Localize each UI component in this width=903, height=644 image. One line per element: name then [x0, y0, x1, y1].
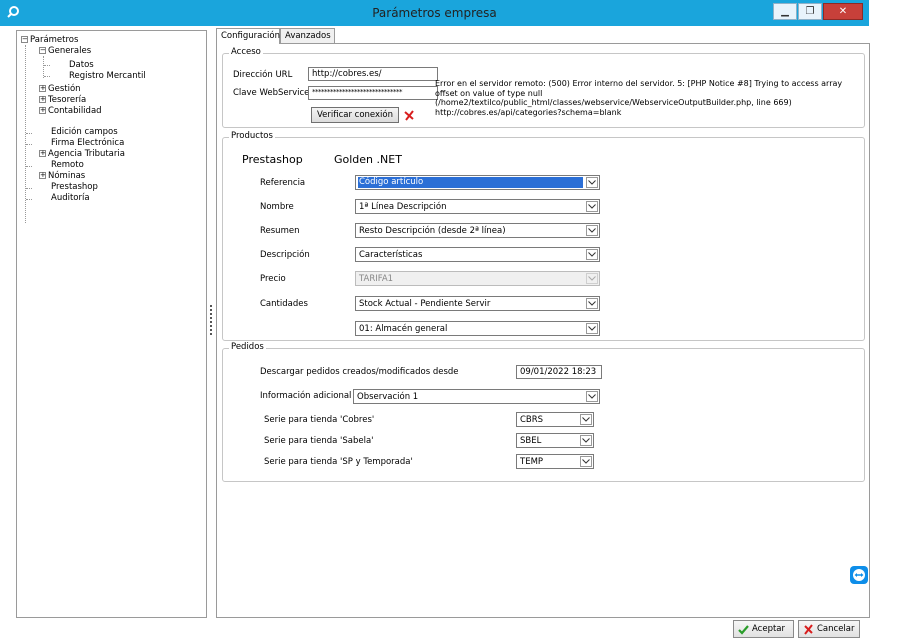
prestashop-column-header: Prestashop: [242, 153, 303, 166]
tree-root[interactable]: − Parámetros: [21, 35, 78, 45]
chevron-down-icon[interactable]: [586, 298, 598, 309]
tree-item-tesoreria[interactable]: + Tesorería: [39, 95, 86, 105]
tree-item-datos[interactable]: Datos: [69, 60, 94, 70]
almacen-select[interactable]: 01: Almacén general: [355, 321, 600, 336]
serie-sp-temporada-label: Serie para tienda 'SP y Temporada': [264, 457, 413, 467]
cancel-cross-icon: [804, 623, 813, 635]
splitter-handle[interactable]: [210, 305, 212, 335]
tab-panel: Acceso Dirección URL http://cobres.es/ C…: [216, 43, 870, 618]
tree-item-firma-electronica[interactable]: Firma Electrónica: [51, 138, 124, 148]
download-orders-date-input[interactable]: 09/01/2022 18:23: [516, 365, 602, 379]
resumen-label: Resumen: [260, 226, 300, 236]
golden-net-column-header: Golden .NET: [334, 153, 402, 166]
collapse-icon[interactable]: −: [21, 36, 28, 43]
chevron-down-icon[interactable]: [586, 391, 598, 402]
window-title: Parámetros empresa: [372, 6, 497, 20]
expand-icon[interactable]: +: [39, 107, 46, 114]
tab-configuracion[interactable]: Configuración: [216, 28, 280, 44]
productos-group: Productos Prestashop Golden .NET Referen…: [222, 131, 865, 341]
expand-icon[interactable]: +: [39, 85, 46, 92]
download-orders-label: Descargar pedidos creados/modificados de…: [260, 367, 459, 377]
collapse-icon[interactable]: −: [39, 47, 46, 54]
serie-cobres-label: Serie para tienda 'Cobres': [264, 415, 375, 425]
serie-cobres-select[interactable]: CBRS: [516, 412, 594, 427]
minimize-button[interactable]: ▁: [773, 3, 797, 20]
verify-connection-button[interactable]: Verificar conexión: [311, 107, 399, 123]
serie-sabela-label: Serie para tienda 'Sabela': [264, 436, 374, 446]
referencia-select[interactable]: Código artículo: [355, 175, 600, 190]
tree-item-gestion[interactable]: + Gestión: [39, 84, 81, 94]
precio-select: TARIFA1: [355, 271, 600, 286]
additional-info-select[interactable]: Observación 1: [353, 389, 600, 404]
pedidos-title: Pedidos: [229, 342, 266, 352]
chevron-down-icon[interactable]: [586, 249, 598, 260]
chevron-down-icon[interactable]: [586, 201, 598, 212]
chevron-down-icon[interactable]: [586, 323, 598, 334]
productos-title: Productos: [229, 131, 275, 141]
chevron-down-icon[interactable]: [580, 456, 592, 467]
tree-item-registro-mercantil[interactable]: Registro Mercantil: [69, 71, 146, 81]
close-button[interactable]: ✕: [823, 3, 863, 20]
precio-label: Precio: [260, 274, 286, 284]
tree-item-generales[interactable]: − Generales: [39, 46, 91, 56]
nombre-select[interactable]: 1ª Línea Descripción: [355, 199, 600, 214]
webservice-key-input[interactable]: ******************************: [308, 86, 438, 100]
tree-item-nominas[interactable]: + Nóminas: [39, 171, 85, 181]
serie-sabela-select[interactable]: SBEL: [516, 433, 594, 448]
connection-error-message: Error en el servidor remoto: (500) Error…: [435, 79, 843, 117]
cantidades-select[interactable]: Stock Actual - Pendiente Servir: [355, 296, 600, 311]
tree-item-edicion-campos[interactable]: Edición campos: [51, 127, 118, 137]
additional-info-label: Información adicional: [260, 391, 352, 401]
cancel-button[interactable]: Cancelar: [798, 620, 860, 638]
referencia-label: Referencia: [260, 178, 306, 188]
chevron-down-icon: [586, 273, 598, 284]
tree-item-remoto[interactable]: Remoto: [51, 160, 84, 170]
descripcion-label: Descripción: [260, 250, 310, 260]
error-cross-icon: [404, 110, 414, 121]
webservice-key-label: Clave WebService: [233, 88, 310, 98]
maximize-button[interactable]: ❐: [798, 3, 822, 20]
tree-item-prestashop[interactable]: Prestashop: [51, 182, 98, 192]
tree-item-contabilidad[interactable]: + Contabilidad: [39, 106, 102, 116]
pedidos-group: Pedidos Descargar pedidos creados/modifi…: [222, 342, 865, 482]
expand-icon[interactable]: +: [39, 172, 46, 179]
tree-item-agencia-tributaria[interactable]: + Agencia Tributaria: [39, 149, 125, 159]
acceso-group: Acceso Dirección URL http://cobres.es/ C…: [222, 47, 865, 128]
parameters-tree[interactable]: − Parámetros − Generales Datos Registro Me…: [16, 30, 207, 618]
expand-icon[interactable]: +: [39, 150, 46, 157]
main-panel: Configuración Avanzados Acceso Dirección…: [216, 28, 870, 618]
chevron-down-icon[interactable]: [586, 177, 598, 188]
acceso-title: Acceso: [229, 47, 263, 57]
tree-item-auditoria[interactable]: Auditoría: [51, 193, 90, 203]
chevron-down-icon[interactable]: [580, 414, 592, 425]
descripcion-select[interactable]: Características: [355, 247, 600, 262]
title-bar: Parámetros empresa ▁ ❐ ✕: [0, 0, 869, 26]
checkmark-icon: [738, 624, 749, 635]
chevron-down-icon[interactable]: [586, 225, 598, 236]
serie-sp-temporada-select[interactable]: TEMP: [516, 454, 594, 469]
resumen-select[interactable]: Resto Descripción (desde 2ª línea): [355, 223, 600, 238]
url-input[interactable]: http://cobres.es/: [308, 67, 438, 81]
accept-button[interactable]: Aceptar: [733, 620, 794, 638]
cantidades-label: Cantidades: [260, 299, 308, 309]
expand-icon[interactable]: +: [39, 96, 46, 103]
teamviewer-icon[interactable]: [850, 566, 868, 584]
chevron-down-icon[interactable]: [580, 435, 592, 446]
tab-avanzados[interactable]: Avanzados: [280, 28, 335, 43]
url-label: Dirección URL: [233, 70, 293, 80]
nombre-label: Nombre: [260, 202, 294, 212]
